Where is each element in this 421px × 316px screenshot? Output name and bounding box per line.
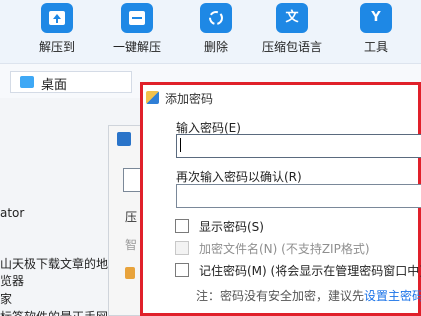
background-label: 压 bbox=[125, 210, 138, 224]
lock-icon bbox=[125, 267, 135, 279]
tools-label: 工具 bbox=[363, 40, 388, 54]
encrypt-filenames-label: 加密文件名(N) (不支持ZIP格式) bbox=[199, 242, 370, 256]
extract-to-button[interactable]: 解压到 bbox=[25, 0, 89, 64]
extract-to-label: 解压到 bbox=[38, 40, 75, 54]
tree-item[interactable]: 家 bbox=[0, 290, 12, 307]
language-icon: 文 bbox=[276, 3, 308, 33]
show-password-checkbox[interactable] bbox=[175, 219, 189, 233]
tree-item[interactable]: 标签软件的最正手网 bbox=[0, 308, 108, 316]
tree-item[interactable]: 山天极下载文章的地址 bbox=[0, 255, 120, 272]
show-password-label: 显示密码(S) bbox=[199, 220, 264, 234]
one-click-extract-label: 一键解压 bbox=[112, 40, 161, 54]
address-field[interactable]: 桌面 bbox=[10, 71, 132, 93]
extract-to-icon bbox=[41, 3, 73, 33]
password-input[interactable] bbox=[176, 134, 421, 158]
background-label: 智 bbox=[125, 238, 138, 252]
delete-label: 删除 bbox=[203, 40, 228, 54]
confirm-password-input[interactable] bbox=[176, 184, 421, 208]
tree-item[interactable]: ator bbox=[0, 206, 24, 220]
text-caret bbox=[180, 138, 181, 152]
delete-button[interactable]: 删除 bbox=[184, 0, 248, 64]
remember-password-label: 记住密码(M) (将会显示在管理密码窗口中) bbox=[199, 264, 421, 278]
encrypt-filenames-checkbox bbox=[175, 241, 189, 255]
security-note: 注：密码没有安全加密，建议先设置主密码 bbox=[196, 287, 421, 304]
set-master-password-link[interactable]: 设置主密码 bbox=[364, 289, 421, 303]
tree-item[interactable]: 览器 bbox=[0, 272, 24, 289]
remember-password-checkbox[interactable] bbox=[175, 263, 189, 277]
tools-button[interactable]: Y 工具 bbox=[344, 0, 408, 64]
one-click-extract-button[interactable]: 一键解压 bbox=[105, 0, 169, 64]
folder-icon bbox=[20, 76, 34, 88]
address-label: 桌面 bbox=[41, 78, 68, 93]
security-note-text: 注：密码没有安全加密，建议先 bbox=[196, 289, 365, 303]
add-password-dialog: 添加密码 输入密码(E) 再次输入密码以确认(R) 显示密码(S) 加密文件名(… bbox=[140, 82, 421, 316]
confirm-password-label: 再次输入密码以确认(R) bbox=[176, 170, 302, 184]
archive-app-icon bbox=[146, 91, 159, 104]
archive-language-label: 压缩包语言 bbox=[261, 40, 322, 54]
one-click-extract-icon bbox=[121, 3, 153, 33]
recycle-icon bbox=[200, 3, 232, 33]
dialog-titlebar: 添加密码 bbox=[143, 85, 421, 111]
tools-icon: Y bbox=[360, 3, 392, 33]
archive-language-button[interactable]: 文 压缩包语言 bbox=[260, 0, 324, 64]
archive-icon bbox=[117, 132, 131, 146]
folder-tree: ator 山天极下载文章的地址 览器 家 标签软件的最正手网 bbox=[0, 100, 120, 316]
dialog-title: 添加密码 bbox=[165, 92, 214, 106]
toolbar: 解压到 一键解压 删除 文 压缩包语言 Y 工具 bbox=[0, 0, 421, 64]
